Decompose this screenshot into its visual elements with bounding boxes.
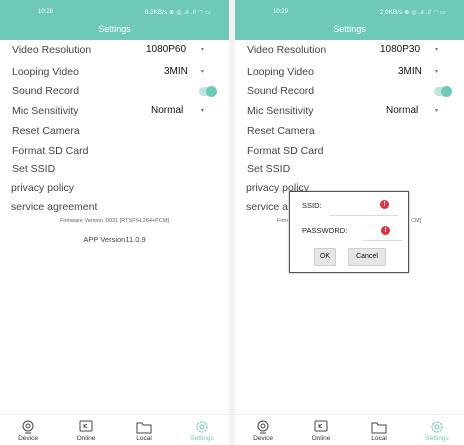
page-title: Settings (235, 21, 464, 40)
gear-icon (431, 421, 443, 433)
sound-record-toggle[interactable] (199, 86, 217, 97)
chevron-down-icon[interactable]: ▾ (435, 68, 438, 75)
sound-record-toggle[interactable] (434, 86, 452, 97)
tab-settings[interactable]: Settings (182, 415, 222, 442)
chevron-down-icon[interactable]: ▾ (201, 107, 204, 114)
ssid-label: SSID: (302, 201, 322, 210)
bottom-tab-bar: Device Online Local Settings (235, 414, 464, 445)
firmware-version-tail: CM] (411, 218, 422, 224)
format-sd-card-item[interactable]: Format SD Card (247, 145, 323, 157)
tab-device[interactable]: Device (243, 415, 283, 442)
mic-sensitivity-label[interactable]: Mic Sensitivity (247, 105, 314, 117)
tab-local[interactable]: Local (124, 415, 164, 442)
ok-button[interactable]: OK (314, 248, 336, 266)
tab-online[interactable]: Online (66, 415, 106, 442)
tab-device[interactable]: Device (8, 415, 48, 442)
settings-screen-right: 10:29 2.0KB/s ⊗ ◎ .ıl .ıl ◠ ▭ Settings V… (235, 0, 464, 445)
gear-icon (196, 421, 208, 433)
mic-sensitivity-value[interactable]: Normal (386, 105, 418, 116)
service-agreement-link[interactable]: service a (246, 201, 288, 213)
tab-online-label: Online (76, 435, 96, 442)
page-title: Settings (0, 21, 229, 40)
set-ssid-item[interactable]: Set SSID (12, 163, 55, 175)
bottom-tab-bar: Device Online Local Settings (0, 414, 229, 445)
format-sd-card-item[interactable]: Format SD Card (12, 145, 88, 157)
mic-sensitivity-label[interactable]: Mic Sensitivity (12, 105, 79, 117)
status-indicators: 2.0KB/s ⊗ ◎ .ıl .ıl ◠ ▭ (379, 10, 446, 16)
password-label: PASSWORD: (302, 226, 348, 235)
set-ssid-item[interactable]: Set SSID (247, 163, 290, 175)
tab-online[interactable]: Online (301, 415, 341, 442)
tab-device-label: Device (253, 435, 273, 442)
chevron-down-icon[interactable]: ▾ (201, 68, 204, 75)
looping-video-label[interactable]: Looping Video (12, 66, 79, 78)
chevron-down-icon[interactable]: ▾ (435, 107, 438, 114)
folder-icon (371, 422, 387, 434)
tab-online-label: Online (311, 435, 331, 442)
app-version: APP Version11.0.9 (83, 235, 146, 244)
reset-camera-item[interactable]: Reset Camera (12, 125, 80, 137)
online-icon (314, 420, 328, 432)
looping-video-label[interactable]: Looping Video (247, 66, 314, 78)
status-time: 10:28 (38, 9, 54, 15)
alert-icon: ! (380, 200, 389, 209)
looping-video-value[interactable]: 3MIN (164, 66, 188, 77)
privacy-policy-link[interactable]: privacy policy (11, 182, 74, 194)
mic-sensitivity-value[interactable]: Normal (151, 105, 183, 116)
status-indicators: 0.3KB/s ⊗ ◎ .ıl .ıl ◠ ▭ (144, 10, 211, 16)
status-bar: 10:29 2.0KB/s ⊗ ◎ .ıl .ıl ◠ ▭ (235, 0, 464, 21)
tab-local[interactable]: Local (359, 415, 399, 442)
firmware-version: Firmware Version :0031 [RTSP/H.264+PCM] (60, 218, 169, 224)
settings-screen-left: 10:28 0.3KB/s ⊗ ◎ .ıl .ıl ◠ ▭ Settings V… (0, 0, 229, 445)
camera-icon (22, 420, 34, 434)
video-resolution-value[interactable]: 1080P60 (146, 44, 186, 55)
looping-video-value[interactable]: 3MIN (398, 66, 422, 77)
video-resolution-label[interactable]: Video Resolution (12, 44, 91, 56)
status-bar: 10:28 0.3KB/s ⊗ ◎ .ıl .ıl ◠ ▭ (0, 0, 229, 21)
tab-settings[interactable]: Settings (417, 415, 457, 442)
status-time: 10:29 (273, 9, 289, 15)
alert-icon: ! (381, 226, 390, 235)
tab-local-label: Local (371, 435, 387, 442)
service-agreement-link[interactable]: service agreement (11, 201, 97, 213)
online-icon (79, 420, 93, 432)
tab-settings-label: Settings (425, 435, 449, 442)
chevron-down-icon[interactable]: ▾ (201, 46, 204, 53)
sound-record-label: Sound Record (247, 85, 315, 97)
tab-local-label: Local (136, 435, 152, 442)
video-resolution-label[interactable]: Video Resolution (247, 44, 326, 56)
cancel-button[interactable]: Cancel (348, 248, 386, 266)
tab-device-label: Device (18, 435, 38, 442)
reset-camera-item[interactable]: Reset Camera (247, 125, 315, 137)
toggle-knob (441, 86, 452, 97)
set-ssid-dialog: SSID: ! PASSWORD: ! OK Cancel (289, 191, 409, 273)
toggle-knob (206, 86, 217, 97)
sound-record-label: Sound Record (12, 85, 80, 97)
folder-icon (136, 422, 152, 434)
video-resolution-value[interactable]: 1080P30 (380, 44, 420, 55)
camera-icon (257, 420, 269, 434)
chevron-down-icon[interactable]: ▾ (435, 46, 438, 53)
tab-settings-label: Settings (190, 435, 214, 442)
firmware-version: Firm (277, 218, 288, 224)
